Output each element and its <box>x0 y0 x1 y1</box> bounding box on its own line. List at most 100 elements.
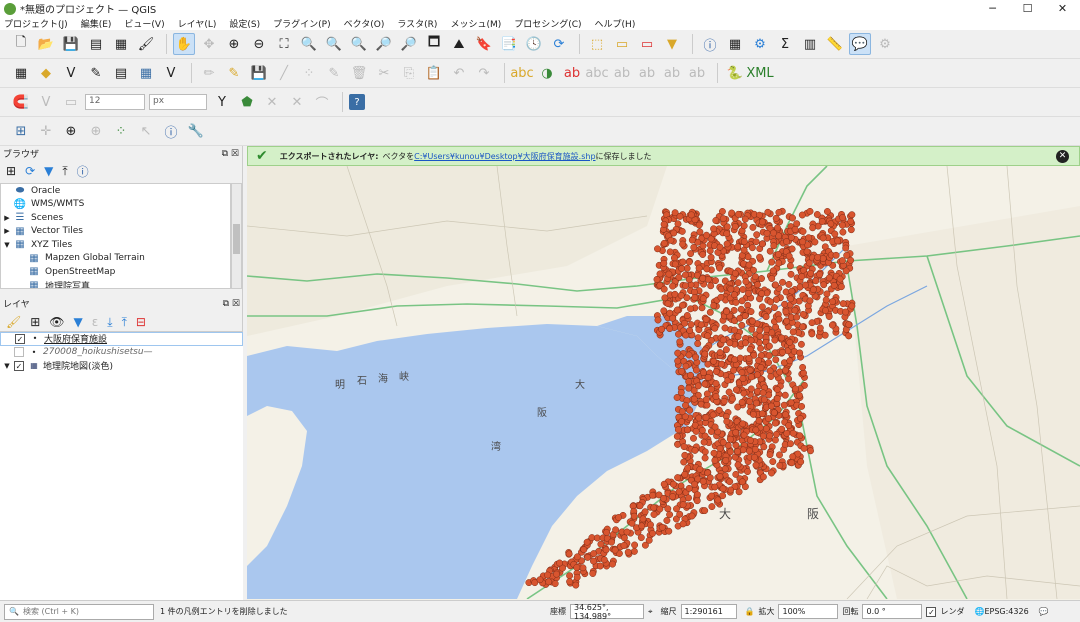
layers-tree[interactable]: ✓ • 大阪府保育施設 • 270008_hoikushisetsu— ▼ ✓ ▦ 地理院地図(… <box>0 331 243 600</box>
undo-icon[interactable]: ↶ <box>448 62 470 84</box>
refresh-browser-icon[interactable]: ⟳ <box>25 164 35 178</box>
crs-label[interactable]: EPSG:4326 <box>984 607 1028 616</box>
snapping-type-icon[interactable]: V <box>35 91 57 113</box>
add-vector-layer-icon[interactable]: V <box>160 62 182 84</box>
snapping-unit-select[interactable]: px <box>149 94 207 110</box>
pan-tool-icon[interactable]: ✋ <box>173 33 195 55</box>
cut-features-icon[interactable]: ✂ <box>373 62 395 84</box>
menu-plugins[interactable]: プラグイン(P) <box>273 17 330 30</box>
new-project-icon[interactable]: 🗋 <box>10 33 32 55</box>
panel-float-close-icons[interactable]: ⧉ ☒ <box>223 299 240 309</box>
style-manager-icon[interactable]: 🖌 <box>135 33 157 55</box>
snapping-tracing-icon[interactable]: ⌒ <box>311 91 333 113</box>
scale-combo[interactable]: 1:290161 <box>680 604 737 619</box>
open-layer-styling-icon[interactable]: 🖌 <box>6 315 21 329</box>
manage-visibility-icon[interactable]: 👁 <box>49 315 64 329</box>
map-frame-icon[interactable]: ⊞ <box>10 120 32 142</box>
toggle-editing-icon[interactable]: ✏ <box>198 62 220 84</box>
maximize-button[interactable]: ☐ <box>1010 2 1045 15</box>
gps-icon[interactable]: ⊕ <box>60 120 82 142</box>
coordinate-field[interactable]: 34.625°, 134.989° <box>570 603 644 621</box>
change-label-icon[interactable]: ab <box>686 62 708 84</box>
deselect-all-icon[interactable]: ▭ <box>636 33 658 55</box>
browser-item[interactable]: 🌐 WMS/WMTS <box>1 198 230 212</box>
expand-arrow-icon[interactable]: ▶ <box>1 214 13 222</box>
field-calculator-icon[interactable]: ▥ <box>799 33 821 55</box>
rotation-spinbox[interactable]: 0.0 ° <box>862 604 923 619</box>
refresh-icon[interactable]: ⟳ <box>548 33 570 55</box>
browser-scrollbar[interactable] <box>231 183 242 289</box>
menu-settings[interactable]: 設定(S) <box>229 17 260 30</box>
minimize-button[interactable]: ─ <box>975 2 1010 15</box>
snapping-tolerance-input[interactable]: 12 <box>85 94 145 110</box>
info-icon[interactable]: ⓘ <box>160 120 182 142</box>
copy-features-icon[interactable]: ⎘ <box>398 62 420 84</box>
menu-edit[interactable]: 編集(E) <box>81 17 112 30</box>
layer-visibility-checkbox[interactable] <box>14 347 24 358</box>
pan-to-selection-icon[interactable]: ✥ <box>198 33 220 55</box>
layer-visibility-checkbox[interactable]: ✓ <box>15 333 25 344</box>
lock-scale-icon[interactable]: 🔒 <box>745 607 755 616</box>
layer-diagram-icon[interactable]: ◑ <box>536 62 558 84</box>
filter-expression-icon[interactable]: ε <box>92 315 99 329</box>
browser-tree[interactable]: ⬬ Oracle 🌐 WMS/WMTS ▶ ☰ Scenes ▶ ▦ Vector Tiles ▼ ▦… <box>0 183 231 289</box>
new-bookmark-icon[interactable]: 🔖 <box>473 33 495 55</box>
zoom-to-layer-icon[interactable]: 🔍 <box>323 33 345 55</box>
open-project-icon[interactable]: 📂 <box>35 33 57 55</box>
menu-processing[interactable]: プロセシング(C) <box>514 17 581 30</box>
browser-item[interactable]: ▶ ▦ Vector Tiles <box>1 225 230 239</box>
menu-raster[interactable]: ラスタ(R) <box>397 17 437 30</box>
show-hide-labels-icon[interactable]: ab <box>611 62 633 84</box>
snapping-icon[interactable]: 🧲 <box>10 91 32 113</box>
expand-arrow-icon[interactable]: ▶ <box>1 227 13 235</box>
collapse-all-icon[interactable]: ⤒ <box>62 164 67 179</box>
expand-arrow-icon[interactable]: ▼ <box>1 241 13 249</box>
delete-selected-icon[interactable]: 🗑 <box>348 62 370 84</box>
crs-globe-icon[interactable]: 🌐 <box>974 607 984 616</box>
menu-vector[interactable]: ベクタ(O) <box>344 17 385 30</box>
move-label-icon[interactable]: ab <box>636 62 658 84</box>
layer-item[interactable]: ✓ • 大阪府保育施設 <box>0 332 243 346</box>
zoom-out-icon[interactable]: ⊖ <box>248 33 270 55</box>
browser-item[interactable]: ▦ OpenStreetMap <box>1 265 230 279</box>
browser-item[interactable]: ▦ Mapzen Global Terrain <box>1 252 230 266</box>
identify-features-icon[interactable]: ⓘ <box>699 33 721 55</box>
wrench-icon[interactable]: 🔧 <box>185 120 207 142</box>
properties-icon[interactable]: ⓘ <box>77 163 89 180</box>
label-tool-icon[interactable]: abc <box>510 62 533 84</box>
python-console-icon[interactable]: 🐍 <box>724 62 746 84</box>
zoom-full-icon[interactable]: ⛶ <box>273 33 295 55</box>
browser-item[interactable]: ▶ ☰ Scenes <box>1 211 230 225</box>
pin-labels-icon[interactable]: abc <box>585 62 608 84</box>
add-selected-icon[interactable]: ⊞ <box>6 164 16 178</box>
zoom-last-icon[interactable]: 🔎 <box>373 33 395 55</box>
layer-item[interactable]: • 270008_hoikushisetsu— <box>0 346 243 360</box>
zoom-native-icon[interactable]: 🔍 <box>348 33 370 55</box>
vertex-tool-icon[interactable]: ⁘ <box>298 62 320 84</box>
new-shapefile-layer-icon[interactable]: V <box>60 62 82 84</box>
panel-float-close-icons[interactable]: ⧉ ☒ <box>222 149 239 159</box>
save-edits-icon[interactable]: 💾 <box>248 62 270 84</box>
help-icon[interactable]: ? <box>349 94 365 110</box>
crosshair-icon[interactable]: ✛ <box>35 120 57 142</box>
pointer-icon[interactable]: ↖ <box>135 120 157 142</box>
open-attribute-table-icon[interactable]: ▦ <box>724 33 746 55</box>
select-by-location-icon[interactable]: ▼ <box>661 33 683 55</box>
plugin-settings-icon[interactable]: ⚙ <box>874 33 896 55</box>
layer-item[interactable]: ▼ ✓ ▦ 地理院地図(淡色) <box>0 359 243 373</box>
digitize-points-icon[interactable]: ⁘ <box>110 120 132 142</box>
map-tips-icon[interactable]: 💬 <box>849 33 871 55</box>
data-source-manager-icon[interactable]: ▦ <box>10 62 32 84</box>
browser-item[interactable]: ▼ ▦ XYZ Tiles <box>1 238 230 252</box>
add-group-icon[interactable]: ⊞ <box>30 315 40 329</box>
new-map-view-icon[interactable]: 🗖 <box>423 33 445 55</box>
temporal-controller-icon[interactable]: 🕓 <box>523 33 545 55</box>
layout-manager-icon[interactable]: ▦ <box>110 33 132 55</box>
browser-item[interactable]: ▦ 地理院写真 <box>1 279 230 288</box>
map-svg[interactable]: 明石海峡大阪湾大阪 <box>247 166 1080 600</box>
statistics-icon[interactable]: Σ <box>774 33 796 55</box>
topological-editing-icon[interactable]: Y <box>211 91 233 113</box>
new-spatialite-layer-icon[interactable]: ✎ <box>85 62 107 84</box>
new-geopackage-layer-icon[interactable]: ◆ <box>35 62 57 84</box>
select-by-value-icon[interactable]: ▭ <box>611 33 633 55</box>
